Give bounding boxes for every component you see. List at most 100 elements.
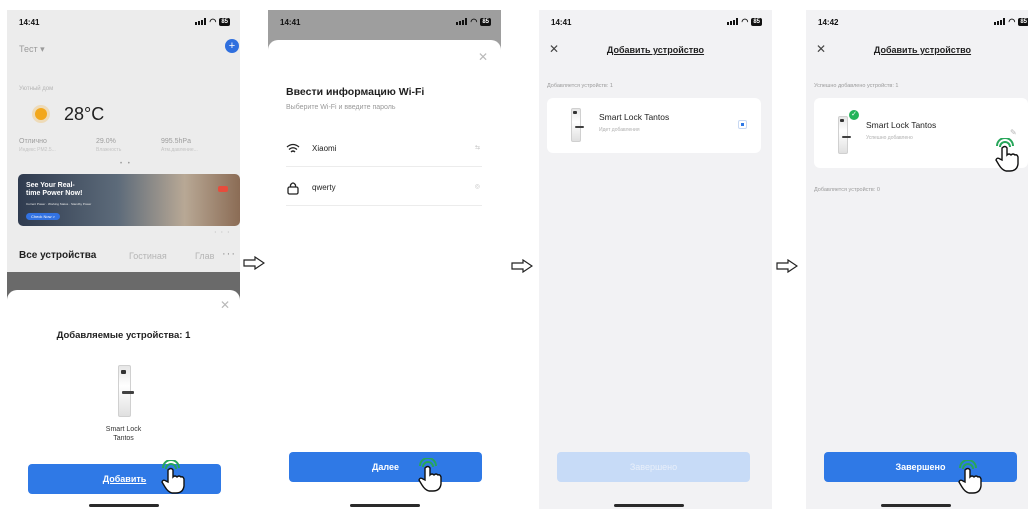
metric-value: Отлично [19, 138, 47, 145]
finish-button[interactable]: Завершено [557, 452, 750, 482]
wifi-password-value: qwerty [312, 183, 336, 192]
hand-pointer-icon [418, 458, 442, 492]
screen-home-add-device: 14:41 ◠ 85 Тест ▾ + Уютный дом 28°C Отли… [7, 10, 240, 509]
switch-network-icon[interactable]: ⇆ [475, 144, 480, 151]
battery-icon: 85 [1018, 17, 1028, 26]
weather-metric-humidity: 29.0% Влажность [96, 138, 121, 153]
lock-icon [287, 182, 299, 195]
wifi-status-icon: ◠ [741, 17, 749, 26]
loading-icon [738, 120, 747, 129]
device-status: Идет добавления [599, 127, 640, 133]
device-name: Smart Lock Tantos [599, 112, 670, 122]
metric-label: Влажность [96, 147, 122, 153]
device-name-text: Smart Lock Tantos [105, 426, 142, 442]
status-time: 14:42 [818, 18, 839, 27]
wifi-ssid-value: Xiaomi [312, 144, 337, 153]
next-button[interactable]: Далее [289, 452, 482, 482]
status-time: 14:41 [280, 18, 301, 27]
smart-lock-image [118, 365, 134, 417]
more-icon[interactable]: ··· [222, 248, 236, 260]
home-indicator [881, 504, 951, 507]
wifi-icon [286, 143, 300, 153]
battery-icon: 85 [480, 17, 491, 26]
status-icons: ◠ 85 [456, 17, 491, 26]
arrow-right-icon [511, 259, 533, 273]
sun-icon [35, 108, 47, 120]
banner-badge [218, 186, 228, 192]
metric-value: 995.5hPa [161, 138, 191, 145]
banner-title: See Your Real-time Power Now! [26, 182, 83, 197]
tab-all-devices[interactable]: Все устройства [19, 250, 96, 261]
eye-icon[interactable]: ◎ [475, 183, 480, 190]
signal-icon [994, 18, 1006, 25]
metric-label: Атм.давление... [161, 147, 198, 153]
metric-value: 29.0% [96, 138, 116, 145]
smart-lock-image [838, 116, 851, 154]
edit-icon[interactable]: ✎ [1010, 128, 1017, 137]
room-tabs: Все устройства Гостиная Глав ··· [19, 248, 240, 268]
hand-pointer-icon [958, 460, 982, 494]
home-indicator [89, 504, 159, 507]
wifi-password-field[interactable]: qwerty ◎ [286, 175, 482, 206]
finish-button[interactable]: Завершено [824, 452, 1017, 482]
hand-pointer-icon [161, 460, 185, 494]
device-name: Smart Lock Tantos [866, 120, 937, 130]
weather-pager-dots: • • [120, 161, 132, 167]
weather-city: Уютный дом [19, 86, 54, 92]
status-time: 14:41 [19, 18, 40, 27]
status-time: 14:41 [551, 18, 572, 27]
weather-temperature: 28°C [64, 104, 105, 124]
wifi-ssid-field[interactable]: Xiaomi ⇆ [286, 136, 482, 167]
wifi-status-icon: ◠ [209, 17, 217, 26]
status-bar: 14:41 ◠ 85 [268, 10, 501, 32]
nav-title: Добавить устройство [606, 45, 705, 55]
arrow-right-icon [243, 256, 265, 270]
battery-icon: 85 [751, 17, 762, 26]
status-icons: ◠ 85 [994, 17, 1028, 26]
close-icon[interactable]: ✕ [478, 50, 488, 64]
screen-device-added: 14:42 ◠ 85 ✕ Добавить устройство Успешно… [806, 10, 1028, 509]
status-bar: 14:41 ◠ 85 [7, 10, 240, 32]
status-icons: ◠ 85 [195, 17, 230, 26]
screen-adding-device: 14:41 ◠ 85 ✕ Добавить устройство Добавля… [539, 10, 772, 509]
add-devices-sheet: ✕ Добавляемые устройства: 1 Smart Lock T… [7, 290, 240, 509]
device-name: Smart Lock Tantos [7, 425, 240, 443]
promo-banner[interactable]: See Your Real-time Power Now! Current Po… [18, 174, 240, 234]
signal-icon [727, 18, 739, 25]
status-icons: ◠ 85 [727, 17, 762, 26]
tab-living-room[interactable]: Гостиная [129, 251, 167, 261]
hand-pointer-icon [995, 138, 1019, 172]
wifi-sheet: ✕ Ввести информацию Wi-Fi Выберите Wi-Fi… [268, 40, 501, 509]
screen-wifi-info: 14:41 ◠ 85 ✕ Ввести информацию Wi-Fi Выб… [268, 10, 501, 509]
wifi-status-icon: ◠ [470, 17, 478, 26]
weather-metric-air: Отлично Индекс PM2.5... [19, 138, 56, 153]
close-icon[interactable]: ✕ [220, 298, 230, 312]
add-device-button[interactable]: + [225, 39, 239, 53]
section-pending-label: Добавляется устройств: 0 [814, 187, 880, 193]
add-button[interactable]: Добавить [28, 464, 221, 494]
wifi-title: Ввести информацию Wi-Fi [286, 86, 425, 98]
status-bar: 14:42 ◠ 85 [806, 10, 1028, 32]
banner-pager-dots: • • • [214, 229, 231, 234]
section-adding-label: Добавляется устройств: 1 [547, 83, 613, 89]
tab-main[interactable]: Глав [195, 251, 214, 261]
wifi-status-icon: ◠ [1008, 17, 1016, 26]
arrow-right-icon [776, 259, 798, 273]
device-card: Smart Lock Tantos Идет добавления [547, 98, 761, 153]
battery-icon: 85 [219, 17, 230, 26]
home-indicator [350, 504, 420, 507]
signal-icon [456, 18, 468, 25]
signal-icon [195, 18, 207, 25]
smart-lock-image [571, 108, 584, 142]
home-indicator [614, 504, 684, 507]
nav-title: Добавить устройство [873, 45, 972, 55]
section-added-label: Успешно добавлено устройств: 1 [814, 83, 899, 89]
status-bar: 14:41 ◠ 85 [539, 10, 772, 32]
check-icon: ✓ [849, 110, 859, 120]
sheet-title: Добавляемые устройства: 1 [56, 330, 191, 341]
banner-check-button[interactable]: Check Now > [26, 213, 60, 220]
wifi-subtitle: Выберите Wi-Fi и введите пароль [286, 104, 396, 111]
device-status: Успешно добавлено [866, 135, 913, 141]
weather-metric-pressure: 995.5hPa Атм.давление... [161, 138, 198, 153]
home-selector[interactable]: Тест ▾ [19, 44, 45, 55]
